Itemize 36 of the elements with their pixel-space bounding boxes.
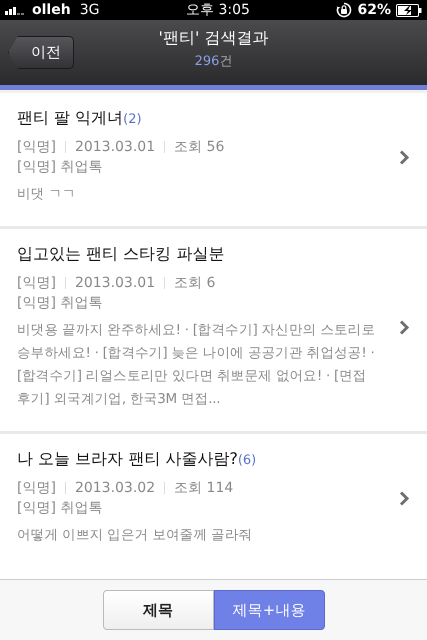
chevron-icon [399, 150, 409, 164]
signal-icon [5, 5, 27, 15]
post-date: 2013.03.01 [74, 138, 156, 157]
post-author: [익명] [17, 479, 56, 498]
post-snippet: 비댓용 끝까지 완주하세요! · [합격수기] 자신만의 스토리로 승부하세요! · [합격수기] 늦은 나이에 공공기관 취업성공! · [합격수기] 리얼스토리만 있다면 취뽀문제 없어요! · [면접후기] 외국계기업, 한국3M 면접... [17, 321, 376, 409]
view-count: 조회 6 [174, 274, 216, 293]
post-snippet: 비댓 ㄱㄱ [17, 185, 77, 204]
chevron-icon [399, 320, 409, 335]
network-type: 3G [80, 2, 100, 18]
battery-percent: 62% [357, 2, 391, 18]
board-name: [익명] 취업톡 [17, 499, 104, 518]
rotation-lock-icon [336, 2, 352, 18]
segment-tab[interactable]: 제목 [102, 590, 214, 630]
post-author: [익명] [17, 138, 56, 157]
board-name: [익명] 취업톡 [17, 294, 104, 313]
post-date: 2013.03.02 [74, 479, 156, 498]
battery-charging-icon [396, 4, 422, 16]
result-item[interactable]: 입고있는 팬티 스타킹 파실분 [익명] 2013.03.01 조회 6 [익명] 취업톡 비댓용 끝까지 완주하세요! · [합격수기] 자신만의 스토리로 승부하세요! · [합격수기] 늦은 나이에 공공기관 취업성공! · [합격수기] 리얼스토리만 있다면 취뽀문제 없어요! · [면접후기] 외국계기업, 한국3M 면접... [0, 229, 427, 434]
post-title: 나 오늘 브라자 팬티 사줄사람?(6) [17, 449, 258, 470]
post-snippet: 어떻게 이쁘지 입은거 보여줄께 골라줘 [17, 526, 254, 545]
board-name: [익명] 취업톡 [17, 158, 104, 177]
post-title: 입고있는 팬티 스타킹 파실분 [17, 244, 226, 265]
chevron-icon [399, 490, 409, 506]
result-item[interactable]: 나 오늘 브라자 팬티 사줄사람?(6) [익명] 2013.03.02 조회 114 [익명] 취업톡 어떻게 이쁘지 입은거 보여줄께 골라줘 [0, 434, 427, 555]
screen-title: '팬티' 검색결과 [158, 28, 268, 49]
post-author: [익명] [17, 274, 56, 293]
clock: 오후 3:05 [186, 1, 250, 19]
result-item[interactable]: 팬티 팔 익게녀(2) [익명] 2013.03.01 조회 56 [익명] 취업톡 비댓 ㄱㄱ [0, 93, 427, 229]
back-button[interactable]: 이전 [8, 36, 74, 69]
view-count: 조회 114 [174, 479, 234, 498]
carrier-name: olleh [32, 2, 71, 18]
segment-tab[interactable]: 제목+내용 [214, 590, 324, 630]
result-count: 296건 [194, 53, 232, 70]
post-title: 팬티 팔 익게녀(2) [17, 108, 143, 129]
view-count: 조회 56 [174, 138, 224, 157]
post-date: 2013.03.01 [74, 274, 156, 293]
